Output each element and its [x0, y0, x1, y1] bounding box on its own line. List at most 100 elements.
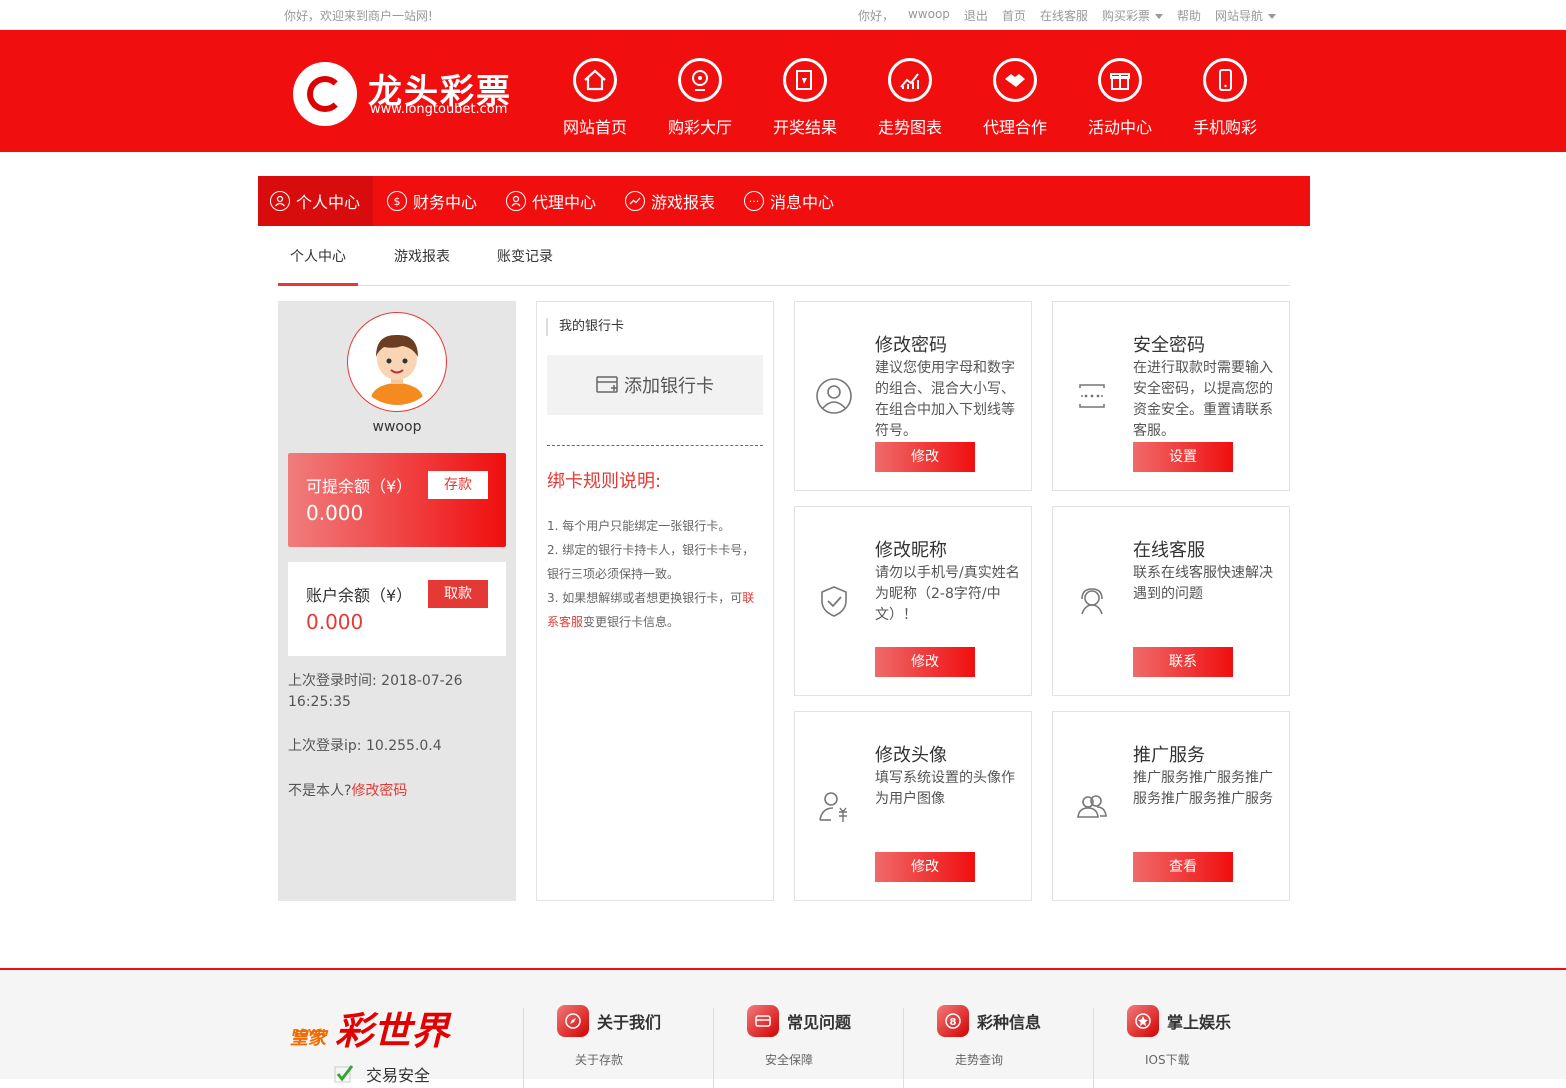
last-login-ip: 上次登录ip: 10.255.0.4	[288, 738, 442, 754]
subnav-finance-center[interactable]: $ 财务中心	[387, 176, 477, 226]
welcome-text: 你好，欢迎来到商户一站网!	[284, 9, 433, 23]
footer-col-faq: 常见问题 安全保障	[747, 1005, 851, 1068]
logout-link[interactable]: 退出	[964, 7, 988, 24]
footer-link[interactable]: 安全保障	[747, 1051, 851, 1068]
footer-col-title[interactable]: 常见问题	[787, 1009, 851, 1033]
star-icon	[1127, 1005, 1159, 1037]
nav-mobile-lottery[interactable]: 手机购彩	[1185, 58, 1265, 138]
card-security-password: 安全密码 在进行取款时需要输入安全密码，以提高您的资金安全。重置请联系客服。 设…	[1052, 301, 1290, 491]
set-security-password-button[interactable]: 设置	[1133, 442, 1233, 472]
deposit-button[interactable]: 存款	[428, 471, 488, 499]
active-tab-indicator	[278, 283, 358, 286]
change-password-button[interactable]: 修改	[875, 442, 975, 472]
add-bank-card-button[interactable]: 添加银行卡	[547, 355, 763, 415]
view-promotion-button[interactable]: 查看	[1133, 852, 1233, 882]
card-change-nickname: 修改昵称 请勿以手机号/真实姓名为昵称（2-8字符/中文）！ 修改	[794, 506, 1032, 696]
footer: 皇家 彩世界 ROYAL 交易安全 关于我们 关于存款 常见问题 安全保障 8 彩…	[0, 968, 1566, 1088]
home-icon	[573, 58, 617, 102]
handshake-icon	[993, 58, 1037, 102]
trend-chart-icon	[888, 58, 932, 102]
tab-game-report[interactable]: 游戏报表	[394, 246, 450, 266]
account-balance-box: 账户余额（¥） 0.000 取款	[288, 562, 506, 656]
top-links: 你好， wwoop 退出 首页 在线客服 购买彩票 帮助 网站导航	[858, 7, 1276, 24]
top-username[interactable]: wwoop	[908, 7, 950, 24]
nav-agent-cooperation[interactable]: 代理合作	[975, 58, 1055, 138]
footer-col-mobile: 掌上娱乐 IOS下载	[1127, 1005, 1231, 1068]
home-link[interactable]: 首页	[1002, 7, 1026, 24]
card-desc: 在进行取款时需要输入安全密码，以提高您的资金安全。重置请联系客服。	[1133, 360, 1273, 439]
nav-trend-chart[interactable]: 走势图表	[870, 58, 950, 138]
tab-account-records[interactable]: 账变记录	[497, 246, 553, 266]
card-desc: 请勿以手机号/真实姓名为昵称（2-8字符/中文）！	[875, 565, 1020, 623]
nav-draw-results[interactable]: 开奖结果	[765, 58, 845, 138]
footer-link[interactable]: IOS下载	[1127, 1051, 1231, 1068]
card-title: 安全密码	[1133, 335, 1205, 356]
card-promotion-service: 推广服务 推广服务推广服务推广服务推广服务推广服务 查看	[1052, 711, 1290, 901]
footer-link[interactable]: 走势查询	[937, 1051, 1041, 1068]
shield-check-icon	[821, 586, 847, 617]
card-title: 修改密码	[875, 335, 947, 356]
hello-text: 你好，	[857, 9, 894, 23]
tab-personal-center[interactable]: 个人中心	[290, 246, 346, 266]
mobile-icon	[1203, 58, 1247, 102]
service-link[interactable]: 在线客服	[1040, 7, 1088, 24]
tab-bar: 个人中心 游戏报表 账变记录	[278, 226, 1290, 286]
contact-service-button[interactable]: 联系	[1133, 647, 1233, 677]
nav-home[interactable]: 网站首页	[555, 58, 635, 138]
last-login-time: 上次登录时间: 2018-07-26 16:25:35	[288, 673, 463, 710]
avatar[interactable]	[347, 312, 447, 412]
account-balance-value: 0.000	[306, 610, 364, 634]
card-desc: 填写系统设置的头像作为用户图像	[875, 770, 1015, 807]
chevron-down-icon	[1154, 14, 1163, 19]
rule-item: 1. 每个用户只能绑定一张银行卡。	[547, 519, 731, 533]
ball-icon: 8	[937, 1005, 969, 1037]
withdraw-button[interactable]: 取款	[428, 580, 488, 608]
help-link[interactable]: 帮助	[1177, 7, 1201, 24]
profile-username: wwoop	[372, 419, 422, 435]
user-edit-icon	[819, 792, 847, 822]
card-change-password: 修改密码 建议您使用字母和数字的组合、混合大小写、在组合中加入下划线等符号。 修…	[794, 301, 1032, 491]
subnav-personal-center[interactable]: 个人中心	[258, 176, 373, 226]
footer-col-title[interactable]: 彩种信息	[977, 1009, 1041, 1033]
svg-text:8: 8	[950, 1017, 957, 1028]
subnav-message-center[interactable]: ··· 消息中心	[744, 176, 834, 226]
footer-col-about: 关于我们 关于存款	[557, 1005, 661, 1068]
logo-icon[interactable]	[293, 62, 357, 126]
buy-lottery-menu[interactable]: 购买彩票	[1102, 7, 1163, 24]
rule-item: 3. 如果想解绑或者想更换银行卡，可联系客服变更银行卡信息。	[547, 591, 755, 629]
report-icon	[625, 191, 645, 211]
withdrawable-balance-box: 可提余额（¥） 0.000 存款	[288, 453, 506, 547]
card-add-icon	[596, 376, 618, 393]
change-nickname-button[interactable]: 修改	[875, 647, 975, 677]
card-desc: 建议您使用字母和数字的组合、混合大小写、在组合中加入下划线等符号。	[875, 360, 1015, 439]
subnav-agent-center[interactable]: 代理中心	[506, 176, 596, 226]
footer-link[interactable]: 关于存款	[557, 1051, 661, 1068]
card-title: 在线客服	[1133, 540, 1205, 561]
gift-icon	[1098, 58, 1142, 102]
site-nav-menu[interactable]: 网站导航	[1215, 7, 1276, 24]
footer-col-title[interactable]: 掌上娱乐	[1167, 1009, 1231, 1033]
withdrawable-value: 0.000	[306, 501, 364, 525]
message-icon: ···	[744, 191, 764, 211]
password-box-icon	[1079, 384, 1105, 408]
user-circle-icon	[816, 378, 852, 414]
nav-activity-center[interactable]: 活动中心	[1080, 58, 1160, 138]
bank-card-panel: 我的银行卡 添加银行卡 绑卡规则说明: 1. 每个用户只能绑定一张银行卡。 2.…	[536, 301, 774, 901]
card-desc: 联系在线客服快速解决遇到的问题	[1133, 565, 1273, 602]
change-avatar-button[interactable]: 修改	[875, 852, 975, 882]
card-online-service: 在线客服 联系在线客服快速解决遇到的问题 联系	[1052, 506, 1290, 696]
compass-icon	[557, 1005, 589, 1037]
headset-icon	[1081, 588, 1103, 615]
profile-panel: wwoop 可提余额（¥） 0.000 存款 账户余额（¥） 0.000 取款 …	[278, 301, 516, 901]
user-icon	[270, 191, 290, 211]
nav-lottery-hall[interactable]: 购彩大厅	[660, 58, 740, 138]
lottery-hall-icon	[678, 58, 722, 102]
card-icon	[747, 1005, 779, 1037]
footer-col-title[interactable]: 关于我们	[597, 1009, 661, 1033]
subnav-game-report[interactable]: 游戏报表	[625, 176, 715, 226]
account-balance-label: 账户余额（¥）	[306, 586, 413, 605]
rule-title: 绑卡规则说明:	[547, 471, 662, 492]
change-password-link[interactable]: 修改密码	[351, 783, 407, 799]
withdrawable-label: 可提余额（¥）	[306, 477, 413, 496]
dollar-icon: $	[387, 191, 407, 211]
